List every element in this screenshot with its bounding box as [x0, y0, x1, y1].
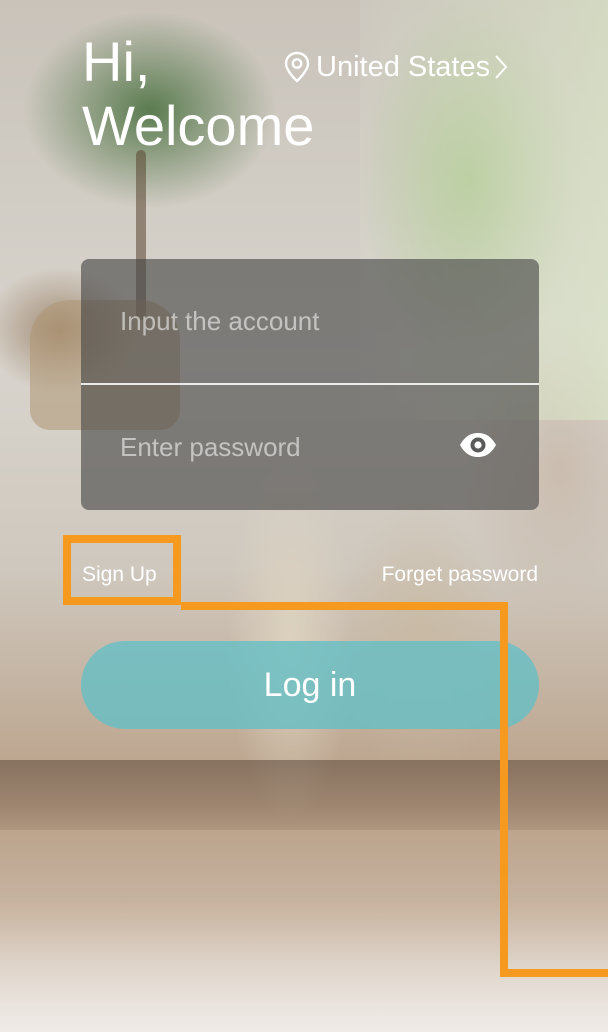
welcome-heading: Hi, Welcome [82, 30, 314, 158]
greeting-line-2: Welcome [82, 94, 315, 157]
annotation-line-horizontal-top [181, 602, 508, 610]
chevron-right-icon [495, 55, 508, 79]
background-rug [0, 900, 608, 1032]
annotation-line-vertical [500, 602, 508, 977]
forget-password-link[interactable]: Forget password [382, 562, 538, 588]
login-button[interactable]: Log in [81, 641, 539, 729]
region-selector[interactable]: United States [284, 50, 508, 84]
account-field-row [81, 259, 539, 383]
password-field-row [81, 385, 539, 509]
region-label: United States [316, 51, 491, 83]
annotation-highlight-box [63, 535, 181, 605]
login-card [81, 259, 539, 510]
login-screen: Hi, Welcome United States Sign Up Forget… [0, 0, 608, 1032]
annotation-line-horizontal-bottom [500, 969, 608, 977]
background-floor [0, 760, 608, 830]
eye-icon[interactable] [459, 432, 497, 458]
location-pin-icon [284, 51, 310, 83]
password-input[interactable] [120, 431, 440, 463]
account-input[interactable] [120, 305, 440, 337]
greeting-line-1: Hi, [82, 30, 151, 93]
